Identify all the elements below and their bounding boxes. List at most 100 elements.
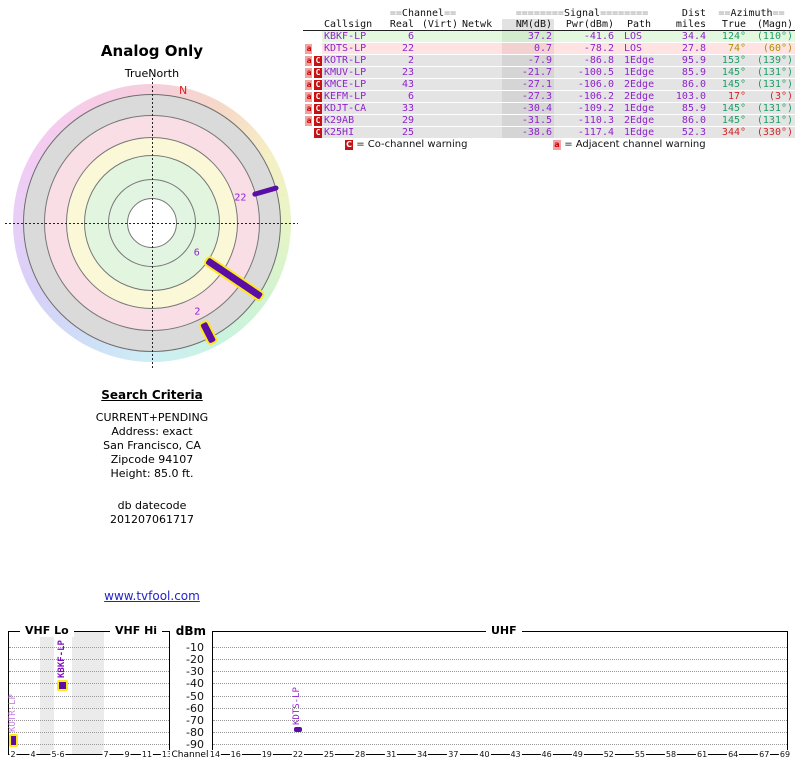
- power-dbm-cell: -41.6: [554, 30, 616, 43]
- station-row: KBKF-LP 6 37.2 -41.6 LOS 34.4 124° (110°): [303, 30, 796, 43]
- virt-channel-cell: [416, 66, 460, 79]
- network-cell: [460, 102, 502, 115]
- warn-a-cell: a: [303, 90, 312, 103]
- true-azimuth-cell: 153°: [708, 54, 749, 67]
- station-row: a C KOTR-LP 2 -7.9 -86.8 1Edge 95.9 153° (139°): [303, 54, 796, 67]
- network-cell: [460, 66, 502, 79]
- virt-channel-cell: [416, 30, 460, 43]
- network-cell: [460, 30, 502, 43]
- virt-channel-cell: [416, 90, 460, 103]
- path-cell: 1Edge: [616, 102, 663, 115]
- channel-tick-label: 40: [478, 750, 491, 759]
- warn-a-cell: a: [303, 102, 312, 115]
- channel-group-header: ==Channel==: [389, 8, 457, 19]
- channel-tick-label: 2: [9, 750, 17, 759]
- station-row: a C K29AB 29 -31.5 -110.3 2Edge 86.0 145° (131°): [303, 114, 796, 127]
- adjacent-warning-icon: a: [305, 56, 312, 66]
- col-callsign: Callsign: [322, 19, 386, 31]
- gridline: [213, 683, 787, 685]
- callsign-cell: K25HI: [322, 126, 386, 139]
- real-channel-cell: 25: [386, 126, 416, 139]
- search-criteria-title: Search Criteria: [101, 388, 203, 402]
- co-channel-warning-icon: C: [314, 92, 322, 102]
- magnetic-azimuth-cell: (131°): [748, 114, 796, 127]
- station-table: ==Channel== ========Signal======== Dist …: [303, 8, 796, 139]
- tvfool-link[interactable]: www.tvfool.com: [104, 589, 200, 603]
- radar-north-label: N: [179, 84, 188, 97]
- band-label-vhf-hi: VHF Hi: [110, 624, 163, 637]
- tvfool-signal-report: Analog Only TrueNorth N ==Channel== ====…: [0, 0, 800, 768]
- distance-cell: 52.3: [662, 126, 709, 139]
- criteria-line: Height: 85.0 ft.: [110, 467, 194, 480]
- channel-tick-label: 61: [695, 750, 709, 759]
- distance-cell: 103.0: [662, 90, 709, 103]
- dist-group-header: Dist: [681, 8, 707, 19]
- adjacent-legend-text: = Adjacent channel warning: [564, 139, 706, 150]
- channel-tick-label: 16: [229, 750, 242, 759]
- criteria-line: San Francisco, CA: [103, 439, 201, 452]
- power-dbm-cell: -110.3: [554, 114, 616, 127]
- co-channel-warning-icon: C: [314, 56, 322, 66]
- table-group-header-row: ==Channel== ========Signal======== Dist …: [303, 8, 795, 19]
- gridline: [9, 744, 169, 745]
- col-miles: miles: [662, 19, 709, 31]
- nm-db-cell: -7.9: [502, 54, 554, 67]
- co-channel-warning-icon: C: [314, 80, 322, 90]
- radar-marker-label: 6: [193, 247, 200, 259]
- spectrum-bar-KDTS-LP: [293, 727, 302, 733]
- true-azimuth-cell: 145°: [708, 114, 749, 127]
- adjacent-warning-icon: a: [305, 44, 312, 54]
- co-channel-warning-icon: C: [314, 128, 322, 138]
- gridline: [9, 707, 169, 709]
- dbm-tick-label: -10: [186, 641, 204, 654]
- adjacent-warning-icon: a: [305, 68, 312, 78]
- station-row: a KDTS-LP 22 0.7 -78.2 LOS 27.8 74° (60°): [303, 42, 796, 55]
- power-dbm-cell: -109.2: [554, 102, 616, 115]
- band-label-uhf: UHF: [486, 624, 522, 637]
- col-nm: NM(dB): [502, 19, 554, 31]
- channel-tick-label: 52: [602, 750, 615, 759]
- channel-tick-label: 28: [353, 750, 367, 759]
- spectrum-bar-KOTR-LP: [8, 733, 18, 747]
- real-channel-cell: 43: [386, 78, 416, 91]
- channel-tick-label: 7: [102, 750, 110, 759]
- network-cell: [460, 42, 502, 55]
- warn-c-cell: C: [312, 102, 322, 115]
- adjacent-warning-icon: a: [305, 80, 312, 90]
- power-dbm-cell: -106.2: [554, 90, 616, 103]
- path-cell: LOS: [616, 30, 663, 43]
- warn-c-cell: C: [312, 126, 322, 139]
- magnetic-azimuth-cell: (131°): [748, 102, 796, 115]
- co-channel-warning-icon: C: [345, 140, 353, 150]
- real-channel-cell: 6: [386, 30, 416, 43]
- dbm-tick-label: -40: [186, 677, 204, 691]
- channel-tick-label: 6: [58, 750, 66, 759]
- callsign-cell: KMCE-LP: [322, 78, 386, 91]
- spectrum-bar-label: KOTR-LP: [7, 693, 18, 732]
- true-azimuth-cell: 17°: [708, 90, 749, 103]
- col-pwr: Pwr(dBm): [554, 19, 616, 31]
- gridline: [9, 695, 169, 697]
- channel-tick-label: 11: [140, 750, 154, 759]
- path-cell: 2Edge: [616, 78, 663, 91]
- radar-marker-label: 2: [194, 306, 201, 318]
- spectrum-bar-label: KDTS-LP: [292, 687, 303, 726]
- path-cell: 1Edge: [616, 126, 663, 139]
- adjacent-warning-icon: a: [305, 116, 312, 126]
- power-dbm-cell: -106.0: [554, 78, 616, 91]
- gridline: [9, 731, 169, 733]
- virt-channel-cell: [416, 114, 460, 127]
- virt-channel-cell: [416, 126, 460, 139]
- warn-c-cell: C: [312, 90, 322, 103]
- network-cell: [460, 126, 502, 139]
- distance-cell: 34.4: [662, 30, 709, 43]
- nm-db-cell: -38.6: [502, 126, 554, 139]
- gridline: [213, 659, 787, 661]
- dbm-tick-label: -80: [186, 725, 204, 739]
- gridline: [9, 719, 169, 721]
- co-channel-warning-icon: C: [314, 68, 322, 78]
- non-tv-band: [40, 632, 54, 754]
- real-channel-cell: 23: [386, 66, 416, 79]
- warn-a-cell: a: [303, 66, 312, 79]
- channel-tick-label: 69: [778, 750, 792, 759]
